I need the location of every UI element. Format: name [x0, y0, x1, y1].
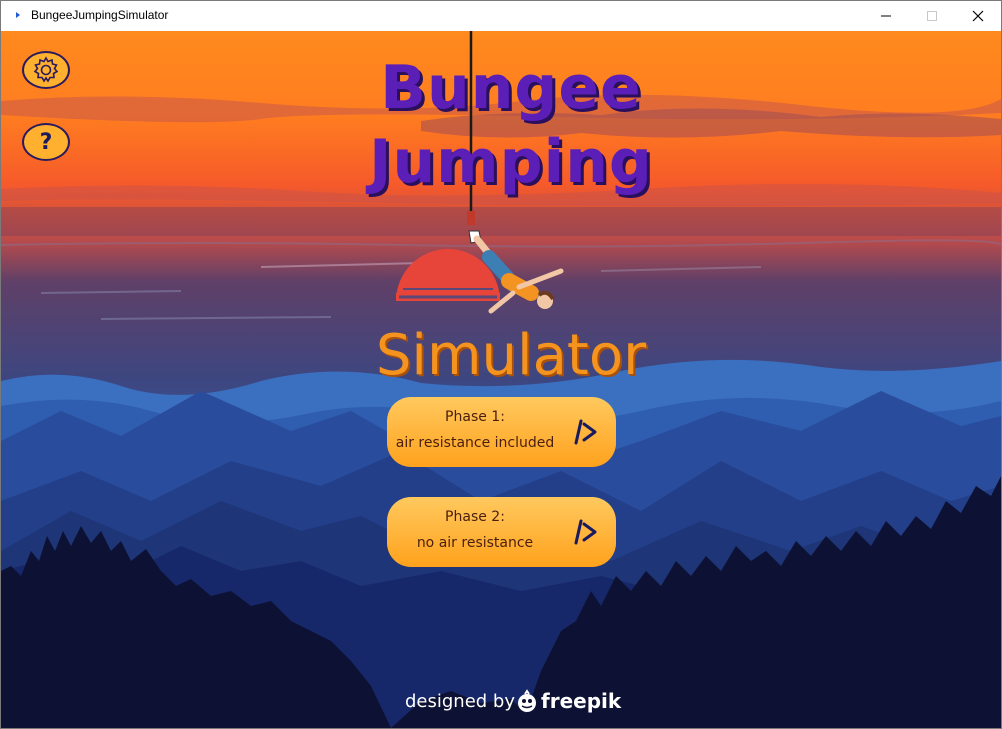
phase-1-button[interactable]: Phase 1: air resistance included — [387, 397, 616, 467]
app-icon — [16, 12, 20, 18]
gear-icon — [33, 56, 59, 83]
window-titlebar[interactable]: BungeeJumpingSimulator — [1, 1, 1001, 31]
phase-2-label: Phase 2: — [445, 509, 505, 525]
title-line-bungee: Bungee — [380, 53, 642, 123]
phase-1-label: Phase 1: — [445, 409, 505, 425]
main-scene: ? Bungee Jumping Simulator Phase 1: air … — [1, 31, 1001, 728]
credit-brand: freepik — [541, 689, 622, 713]
close-button[interactable] — [955, 1, 1001, 31]
phase-1-description: air resistance included — [395, 435, 555, 451]
help-button[interactable]: ? — [22, 123, 70, 161]
play-arrow-icon — [574, 519, 597, 545]
play-arrow-icon — [574, 419, 597, 445]
phase-2-button[interactable]: Phase 2: no air resistance — [387, 497, 616, 567]
freepik-credit: designed by freepik — [405, 689, 625, 717]
close-icon — [972, 10, 984, 22]
settings-button[interactable] — [22, 51, 70, 89]
minimize-icon — [881, 15, 891, 17]
freepik-logo-icon — [518, 689, 536, 712]
minimize-button[interactable] — [863, 1, 909, 31]
window-title: BungeeJumpingSimulator — [31, 8, 169, 22]
maximize-icon — [927, 11, 937, 21]
credit-prefix: designed by — [405, 691, 516, 712]
phase-2-description: no air resistance — [416, 535, 534, 551]
title-line-jumping: Jumping — [369, 127, 653, 197]
title-line-simulator: Simulator — [375, 323, 647, 388]
app-window: BungeeJumping Simulator ? Bungee Jumping … — [0, 0, 1002, 729]
maximize-button[interactable] — [909, 1, 955, 31]
question-mark-icon: ? — [39, 129, 53, 155]
